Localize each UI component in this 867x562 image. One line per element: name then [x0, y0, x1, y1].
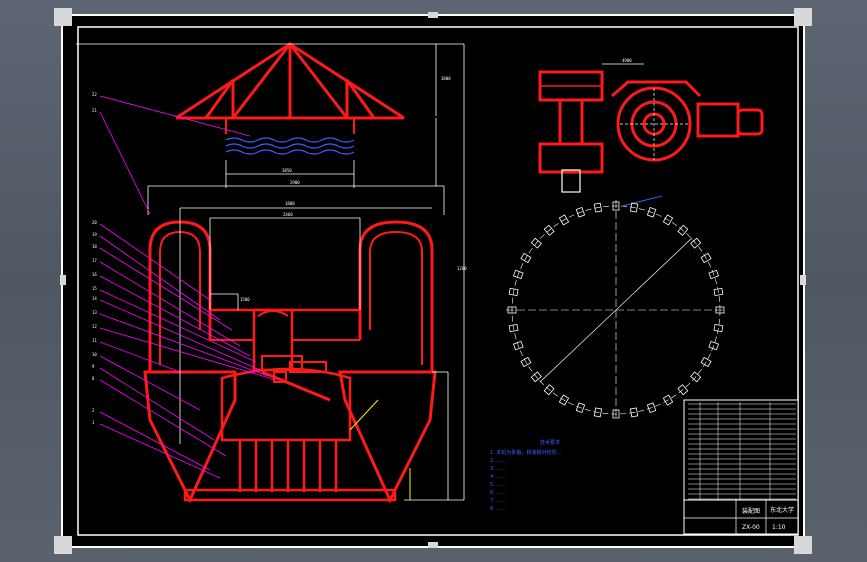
- svg-text:4. ……: 4. ……: [490, 474, 506, 480]
- company-name: 东北大学: [770, 506, 794, 514]
- svg-text:2460: 2460: [283, 212, 293, 217]
- svg-text:5. ……: 5. ……: [490, 482, 506, 488]
- svg-text:16: 16: [92, 272, 97, 277]
- svg-text:3850: 3850: [282, 168, 292, 173]
- part-code: ZX-00: [742, 524, 760, 531]
- svg-text:1800: 1800: [285, 201, 295, 206]
- svg-text:11: 11: [92, 338, 97, 343]
- svg-text:12: 12: [92, 324, 97, 329]
- svg-text:13: 13: [92, 310, 97, 315]
- svg-text:10: 10: [92, 352, 97, 357]
- svg-text:22: 22: [92, 92, 97, 97]
- svg-text:18: 18: [92, 244, 97, 249]
- svg-text:17: 17: [92, 258, 97, 263]
- svg-text:20: 20: [92, 220, 97, 225]
- svg-text:2. ……: 2. ……: [490, 458, 506, 464]
- svg-text:3000: 3000: [441, 76, 451, 81]
- svg-text:技术要求: 技术要求: [540, 439, 560, 446]
- svg-text:8. ……: 8. ……: [490, 506, 506, 512]
- svg-text:19: 19: [92, 232, 97, 237]
- svg-text:2900: 2900: [290, 180, 300, 185]
- drawing-name: 装配图: [742, 507, 760, 515]
- svg-text:1200: 1200: [457, 266, 467, 271]
- drawing-scale: 1:10: [772, 524, 786, 531]
- svg-text:21: 21: [92, 108, 97, 113]
- title-block: 装配图 东北大学 ZX-00 1:10: [683, 399, 799, 535]
- svg-text:3. ……: 3. ……: [490, 466, 506, 472]
- svg-text:14: 14: [92, 296, 97, 301]
- svg-text:15: 15: [92, 286, 97, 291]
- svg-text:1500: 1500: [240, 297, 250, 302]
- svg-text:7. ……: 7. ……: [490, 498, 506, 504]
- svg-text:6. ……: 6. ……: [490, 490, 506, 496]
- svg-text:1. 本机为卧轴，转速相对较低…: 1. 本机为卧轴，转速相对较低…: [490, 449, 561, 456]
- drawing-sheet: 3850 2900 1800 2460 3000 1200 1500 22 21…: [54, 8, 812, 554]
- detail-dim-text: 4900: [622, 58, 632, 63]
